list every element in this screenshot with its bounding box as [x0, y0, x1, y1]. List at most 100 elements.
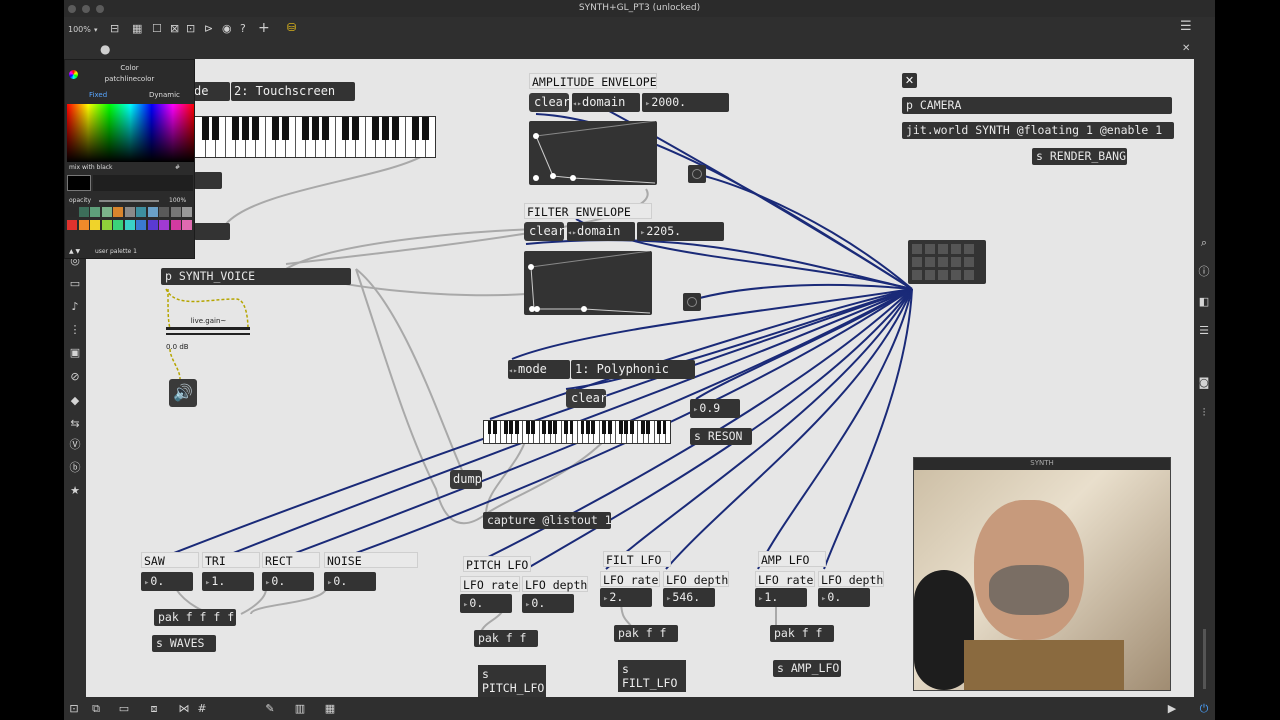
close-tab-icon[interactable]: ✕: [1182, 43, 1190, 55]
waves-send[interactable]: s WAVES: [152, 635, 216, 652]
black-key[interactable]: [321, 117, 329, 141]
color-spectrum[interactable]: [67, 104, 194, 162]
amp-lfo-send[interactable]: s AMP_LFO: [773, 660, 841, 677]
sidebar-v-icon[interactable]: Ⓥ: [67, 439, 83, 451]
black-key[interactable]: [311, 117, 319, 141]
zoom-dropdown-icon[interactable]: ▾: [94, 24, 98, 36]
black-key[interactable]: [591, 421, 596, 434]
grid-icon[interactable]: ▦: [132, 23, 142, 35]
black-key[interactable]: [531, 421, 536, 434]
grid-view-icon[interactable]: ▦: [322, 703, 338, 715]
color-swatch[interactable]: [147, 207, 158, 217]
amp-domain-menu[interactable]: ◂▸domain: [572, 93, 640, 112]
amp-function-editor[interactable]: [529, 120, 657, 185]
paint-bucket-icon[interactable]: ⛁: [287, 22, 296, 34]
black-key[interactable]: [251, 117, 259, 141]
tri-number[interactable]: 1.: [202, 572, 254, 591]
filt-lfo-send[interactable]: s FILT_LFO: [618, 660, 686, 692]
filt-lfo-rate[interactable]: 2.: [600, 588, 652, 607]
black-key[interactable]: [564, 421, 568, 434]
rect-number[interactable]: 0.: [262, 572, 314, 591]
black-key[interactable]: [547, 421, 552, 434]
filt-bang-button[interactable]: [683, 293, 701, 311]
black-key[interactable]: [640, 421, 645, 434]
capture-object[interactable]: capture @listout 1: [483, 512, 611, 529]
amp-bang-button[interactable]: [688, 165, 706, 183]
sidebar-attach-icon[interactable]: ⊘: [67, 371, 83, 383]
sidebar-music-icon[interactable]: ♪: [67, 301, 83, 313]
dump-button[interactable]: dump: [450, 470, 482, 489]
filt-domain-menu[interactable]: ◂▸domain: [567, 222, 635, 241]
color-swatch[interactable]: [90, 220, 100, 230]
synth-voice-object[interactable]: p SYNTH_VOICE: [161, 268, 351, 285]
black-key[interactable]: [201, 117, 209, 141]
jit-world-object[interactable]: jit.world SYNTH @floating 1 @enable 1: [902, 122, 1174, 139]
filt-clear-button[interactable]: clear: [524, 222, 565, 241]
panel-icon[interactable]: ◧: [1196, 296, 1212, 308]
amp-lfo-depth[interactable]: 0.: [818, 588, 870, 607]
hex-input[interactable]: [93, 175, 193, 191]
black-key[interactable]: [487, 421, 492, 434]
swatch-grid[interactable]: [67, 207, 194, 245]
close-toggle-icon[interactable]: ✕: [902, 73, 917, 88]
color-swatch[interactable]: [113, 207, 123, 217]
camera-object[interactable]: p CAMERA: [902, 97, 1172, 114]
synth-floating-window[interactable]: SYNTH: [913, 457, 1171, 691]
button-object-icon[interactable]: ◉: [222, 23, 232, 35]
input-mode-menu[interactable]: 2: Touchscreen: [231, 82, 355, 101]
black-key[interactable]: [607, 421, 612, 434]
play-icon[interactable]: ▶: [1164, 703, 1180, 715]
pitch-lfo-pak[interactable]: pak f f: [474, 630, 538, 647]
palette-arrows-icon[interactable]: ▲ ▼: [69, 248, 80, 255]
black-key[interactable]: [503, 421, 508, 434]
mix-mode[interactable]: mix with black: [69, 164, 113, 171]
sidebar-video-icon[interactable]: ⋮: [67, 324, 83, 336]
black-key[interactable]: [602, 421, 607, 434]
color-swatch[interactable]: [67, 220, 77, 230]
black-key[interactable]: [586, 421, 590, 434]
opacity-slider[interactable]: [99, 200, 159, 202]
menu-icon[interactable]: ☰: [1180, 20, 1192, 33]
color-swatch[interactable]: [78, 207, 89, 217]
comment-icon[interactable]: ⊳: [204, 23, 213, 35]
black-key[interactable]: [211, 117, 219, 141]
color-swatch[interactable]: [124, 220, 135, 230]
black-key[interactable]: [391, 117, 399, 141]
pitch-lfo-depth[interactable]: 0.: [522, 594, 574, 613]
black-key[interactable]: [509, 421, 514, 434]
piano-keyboard-main[interactable]: [483, 420, 671, 444]
color-swatch[interactable]: [101, 207, 112, 217]
toggle-icon[interactable]: ⊡: [186, 23, 195, 35]
render-bang-send[interactable]: s RENDER_BANG: [1032, 148, 1127, 165]
tab-dynamic[interactable]: Dynamic: [149, 91, 180, 99]
waves-pak[interactable]: pak f f f f: [154, 609, 236, 626]
black-key[interactable]: [493, 421, 497, 434]
amp-lfo-rate[interactable]: 1.: [755, 588, 807, 607]
reson-send[interactable]: s RESON: [690, 428, 752, 445]
black-key[interactable]: [569, 421, 574, 434]
piano-keyboard-top[interactable]: [194, 116, 436, 158]
black-key[interactable]: [618, 421, 623, 434]
list-icon[interactable]: ☰: [1196, 325, 1212, 337]
black-key[interactable]: [525, 421, 530, 434]
keyboard-clear-button[interactable]: clear: [566, 389, 607, 408]
record-icon[interactable]: ●: [100, 43, 110, 55]
black-key[interactable]: [231, 117, 239, 141]
color-swatch[interactable]: [182, 220, 192, 230]
noise-number[interactable]: 0.: [324, 572, 376, 591]
search-icon[interactable]: ⌕: [1196, 237, 1212, 249]
color-swatch[interactable]: [147, 220, 158, 230]
color-swatch[interactable]: [136, 207, 146, 217]
filt-domain-number[interactable]: 2205.: [637, 222, 724, 241]
amp-clear-button[interactable]: clear: [529, 93, 570, 112]
message-icon[interactable]: ⊠: [170, 23, 179, 35]
color-swatch[interactable]: [67, 207, 77, 217]
color-swatch[interactable]: [159, 220, 169, 230]
speaker-icon[interactable]: 🔊: [169, 379, 197, 407]
color-swatch[interactable]: [182, 207, 192, 217]
amp-lfo-pak[interactable]: pak f f: [770, 625, 834, 642]
zoom-level[interactable]: 100%: [68, 24, 91, 36]
sidebar-ui-icon[interactable]: ▭: [67, 278, 83, 290]
filt-lfo-pak[interactable]: pak f f: [614, 625, 678, 642]
snapshot-icon[interactable]: ◙: [1196, 377, 1212, 389]
